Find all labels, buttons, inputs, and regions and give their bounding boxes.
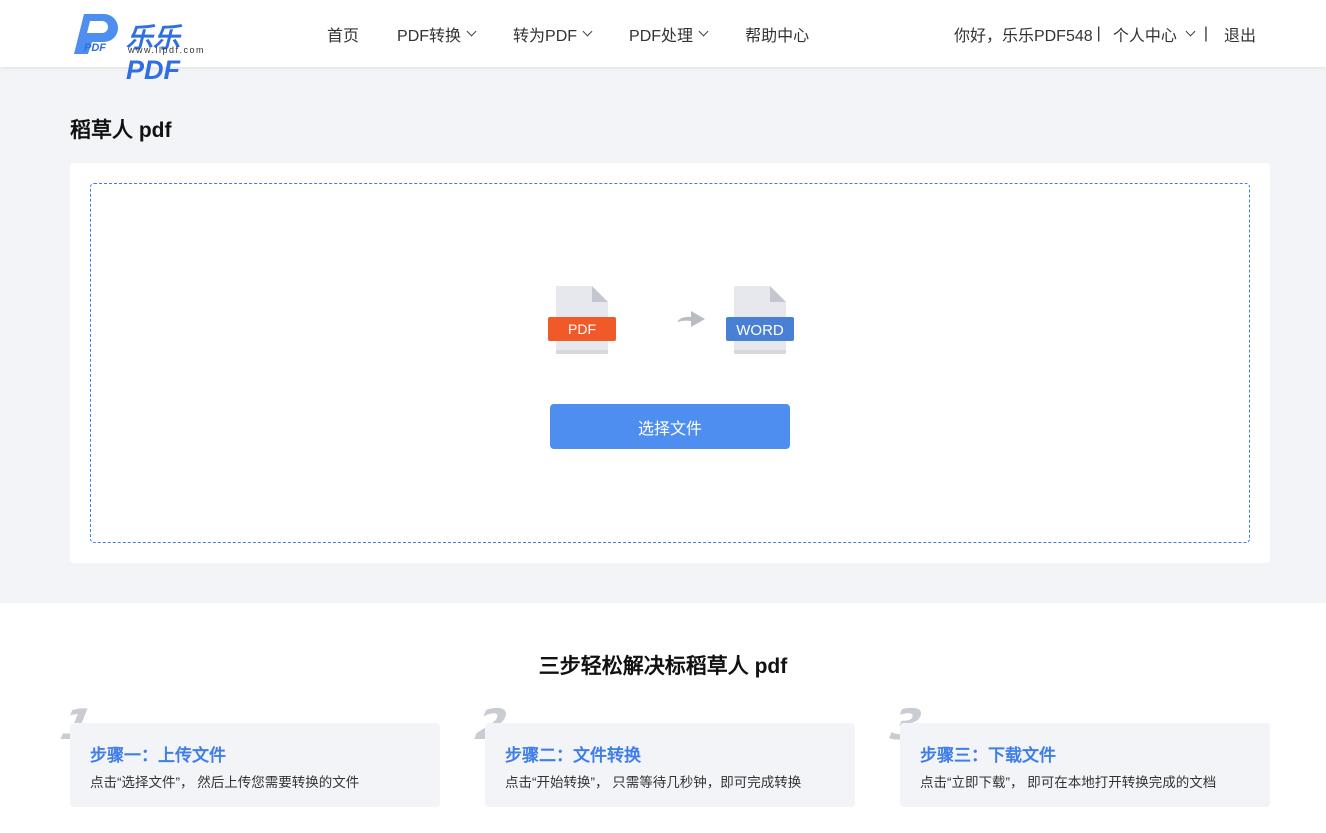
- logo-mark-icon: PDF: [74, 14, 118, 54]
- nav-home[interactable]: 首页: [327, 22, 359, 46]
- chevron-down-icon: [582, 26, 593, 37]
- step-description: 点击“开始转换”， 只需等待几秒钟，即可完成转换: [505, 775, 802, 790]
- step-card: 步骤三：下载文件 点击“立即下载”， 即可在本地打开转换完成的文档: [900, 723, 1270, 807]
- nav-to-pdf-label: 转为PDF: [513, 27, 578, 45]
- logo-url: www.llpdf.com: [128, 45, 206, 55]
- step-heading: 步骤二：文件转换: [505, 746, 641, 765]
- chevron-down-icon: [1185, 26, 1196, 37]
- step-heading: 步骤三：下载文件: [920, 746, 1056, 765]
- user-center-menu[interactable]: 个人中心: [1112, 22, 1196, 46]
- pdf-file-icon: PDF: [548, 286, 616, 354]
- nav-home-label: 首页: [327, 27, 360, 45]
- nav-pdf-process-label: PDF处理: [629, 27, 694, 45]
- word-file-icon: WORD: [726, 286, 794, 354]
- nav-to-pdf[interactable]: 转为PDF: [513, 22, 593, 46]
- nav-pdf-convert[interactable]: PDF转换: [397, 22, 477, 46]
- step-card: 步骤一：上传文件 点击“选择文件”， 然后上传您需要转换的文件: [70, 723, 440, 807]
- svg-text:PDF: PDF: [84, 42, 106, 54]
- upload-card: PDF WORD 选择文件: [70, 163, 1270, 563]
- steps-title: 三步轻松解决标稻草人 pdf: [538, 655, 788, 678]
- to-format-label: WORD: [736, 322, 784, 339]
- logo[interactable]: PDF 乐乐PDF www.llpdf.com: [70, 12, 230, 85]
- greeting: 你好，乐乐PDF548: [953, 27, 1093, 45]
- nav-pdf-convert-label: PDF转换: [397, 27, 462, 45]
- main-nav: 首页 PDF转换 转为PDF PDF处理 帮助中心: [327, 0, 847, 67]
- file-dropzone[interactable]: PDF WORD 选择文件: [90, 183, 1250, 543]
- nav-help[interactable]: 帮助中心: [745, 22, 809, 46]
- select-file-button[interactable]: 选择文件: [550, 404, 790, 449]
- step-description: 点击“选择文件”， 然后上传您需要转换的文件: [90, 775, 360, 790]
- user-center-label: 个人中心: [1112, 27, 1177, 45]
- nav-help-label: 帮助中心: [745, 27, 810, 45]
- divider: |: [1096, 24, 1101, 42]
- page-title: 稻草人 pdf: [70, 119, 172, 142]
- chevron-down-icon: [466, 26, 477, 37]
- top-header: PDF 乐乐PDF www.llpdf.com 首页 PDF转换 转为PDF P…: [0, 0, 1326, 85]
- logout-link[interactable]: 退出: [1224, 22, 1256, 46]
- chevron-down-icon: [698, 26, 709, 37]
- user-area: 你好，乐乐PDF548 | 个人中心 | 退出: [954, 0, 1256, 67]
- step-description: 点击“立即下载”， 即可在本地打开转换完成的文档: [920, 775, 1217, 790]
- divider: |: [1203, 24, 1208, 42]
- from-format-label: PDF: [568, 321, 596, 337]
- step-heading: 步骤一：上传文件: [90, 746, 226, 765]
- step-card: 步骤二：文件转换 点击“开始转换”， 只需等待几秒钟，即可完成转换: [485, 723, 855, 807]
- nav-pdf-process[interactable]: PDF处理: [629, 22, 709, 46]
- arrow-right-icon: [677, 311, 705, 327]
